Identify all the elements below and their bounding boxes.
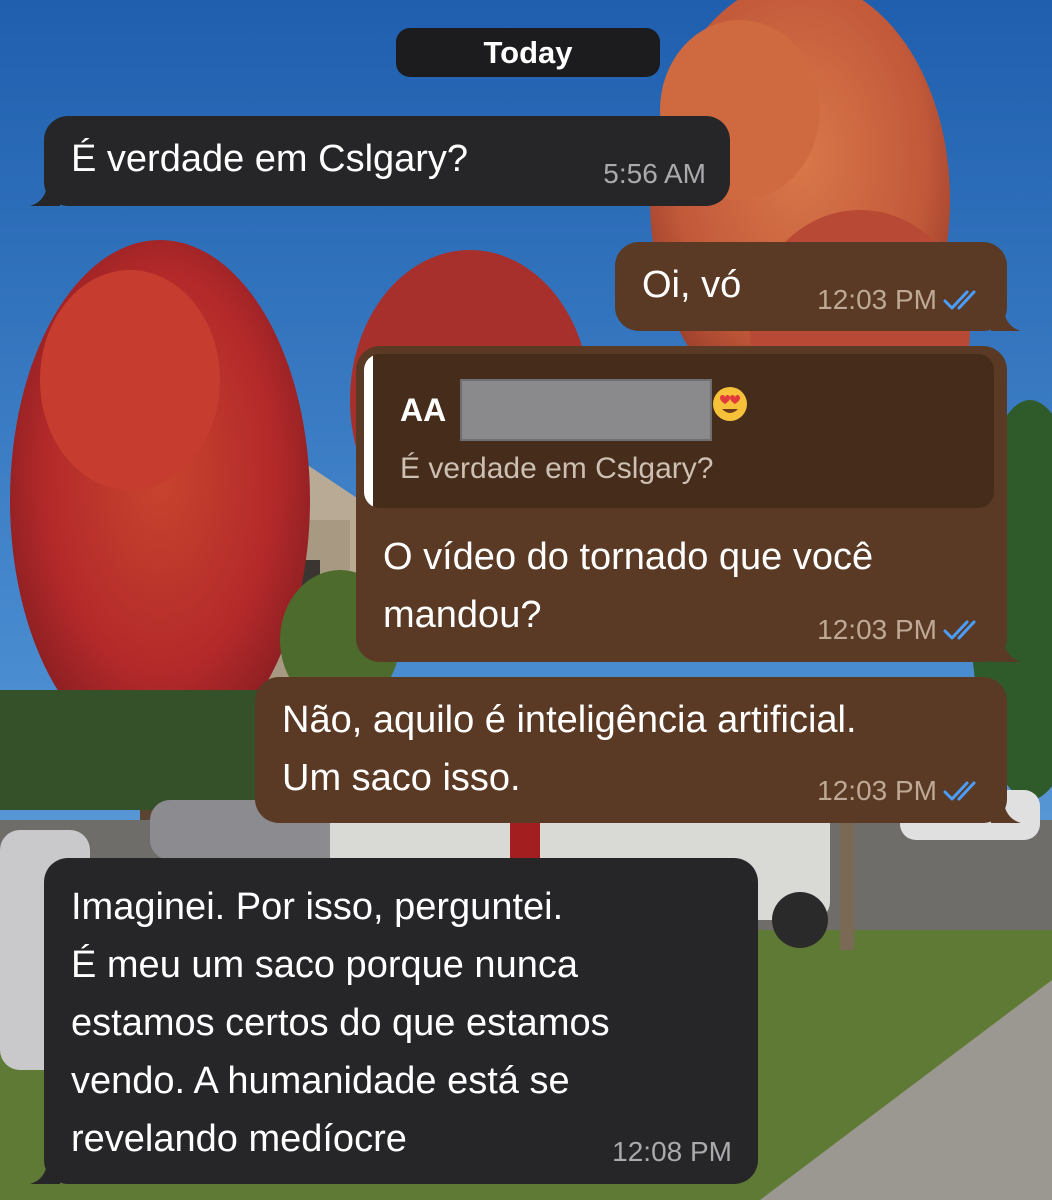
message-meta: 5:56 AM: [603, 158, 706, 190]
redacted-name-block: [460, 379, 712, 441]
bubble-tail: [30, 1154, 60, 1184]
reply-quote-text: É verdade em Cslgary?: [400, 452, 714, 485]
message-meta: 12:03 PM: [817, 775, 983, 807]
bubble-tail: [991, 301, 1021, 331]
message-text: Imaginei. Por isso, perguntei. É meu um …: [71, 886, 610, 1160]
date-header: Today: [396, 28, 660, 77]
message-bubble-incoming[interactable]: Imaginei. Por isso, perguntei. É meu um …: [30, 858, 758, 1184]
message-bubble-outgoing[interactable]: Não, aquilo é inteligência artificial. U…: [255, 677, 1021, 823]
date-header-label: Today: [483, 34, 573, 70]
bubble-tail: [991, 793, 1021, 823]
message-bubble-outgoing[interactable]: Oi, vó 12:03 PM: [615, 242, 1021, 331]
bubble-tail: [30, 176, 60, 206]
message-meta: 12:08 PM: [612, 1136, 732, 1168]
message-bubble-incoming[interactable]: É verdade em Cslgary? 5:56 AM: [30, 116, 730, 206]
double-check-icon: [943, 781, 976, 801]
double-check-icon: [943, 620, 976, 640]
message-time: 12:08 PM: [612, 1136, 732, 1167]
message-time: 12:03 PM: [817, 614, 937, 645]
message-meta: 12:03 PM: [817, 614, 983, 646]
reply-sender-name: AA: [400, 392, 447, 428]
double-check-icon: [943, 290, 976, 310]
message-time: 5:56 AM: [603, 158, 706, 189]
message-time: 12:03 PM: [817, 775, 937, 806]
reply-quote[interactable]: AA É verdade em Cslgary?: [364, 354, 994, 508]
reply-quote-bar: [364, 354, 373, 508]
message-time: 12:03 PM: [817, 284, 937, 315]
message-meta: 12:03 PM: [817, 284, 983, 316]
message-bubble-outgoing-reply[interactable]: AA É verdade em Cslgary? O vídeo do torn…: [356, 346, 1021, 662]
message-text: O vídeo do tornado que você mandou?: [383, 536, 874, 636]
message-text: Oi, vó: [642, 264, 742, 306]
bubble-tail: [991, 632, 1021, 662]
message-text: É verdade em Cslgary?: [71, 138, 469, 180]
message-text: Não, aquilo é inteligência artificial. U…: [282, 699, 857, 799]
heart-eyes-emoji-icon: [713, 387, 747, 421]
